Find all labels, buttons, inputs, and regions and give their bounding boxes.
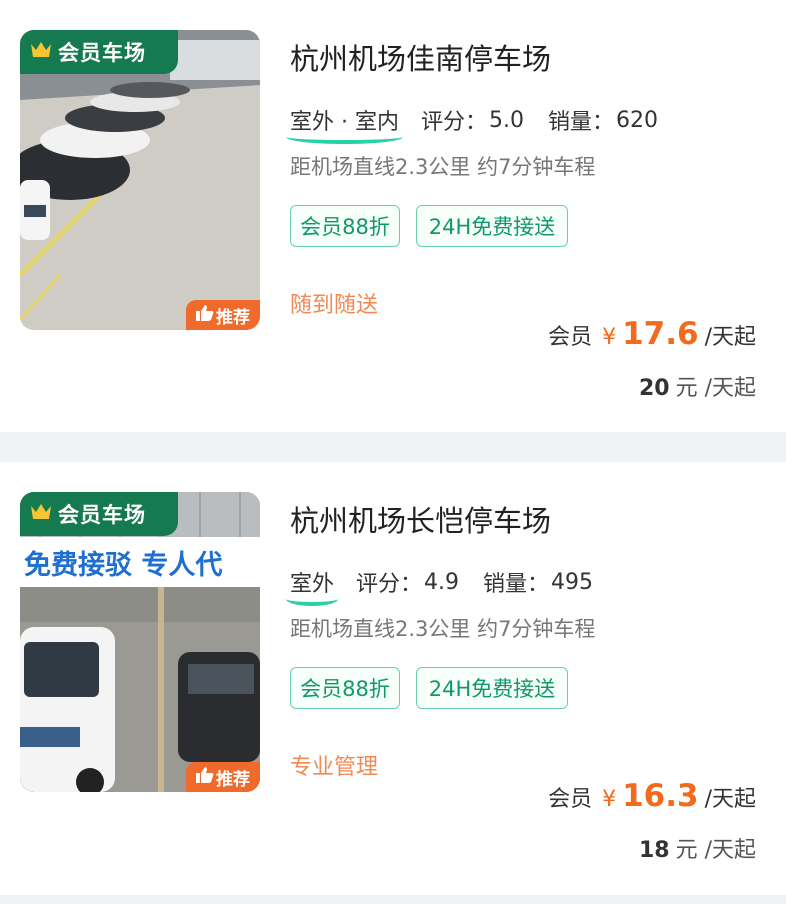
parking-card-2[interactable]: 免费接驳 专人代 会员车场 推荐 杭州机场长恺停车场 室外 评分： 4.9 销量… (0, 462, 786, 895)
normal-price: 20 元 /天起 (639, 370, 756, 402)
price-unit: /天起 (704, 325, 756, 350)
member-price-label: 会员 (548, 325, 593, 350)
normal-price-unit: 元 /天起 (675, 376, 756, 401)
sales-label: 销量： (548, 110, 615, 135)
normal-price-value: 20 (638, 376, 670, 401)
rating-value: 5.0 (489, 107, 524, 133)
normal-price-unit: 元 /天起 (675, 838, 756, 863)
environment-label: 室外 · 室内 (286, 104, 403, 144)
parking-lot-photo (20, 30, 260, 330)
shuttle-tag: 24H免费接送 (416, 667, 568, 709)
parking-title[interactable]: 杭州机场长恺停车场 (290, 498, 551, 540)
discount-tag: 会员88折 (290, 667, 400, 709)
feature-text: 专业管理 (290, 755, 379, 780)
member-price-value: 17.6 (622, 316, 699, 352)
shuttle-tag: 24H免费接送 (416, 205, 568, 247)
member-price: 会员 ¥ 16.3 /天起 (548, 778, 756, 814)
recommend-badge: 推荐 (186, 762, 260, 792)
member-price-label: 会员 (548, 787, 593, 812)
recommend-label: 推荐 (216, 769, 250, 790)
parking-card-1[interactable]: 会员车场 推荐 杭州机场佳南停车场 室外 · 室内 评分： 5.0 销量： 62… (0, 0, 786, 432)
member-lot-label: 会员车场 (58, 503, 146, 527)
parking-meta: 室外 · 室内 评分： 5.0 销量： 620 (286, 104, 682, 144)
currency-symbol: ¥ (602, 787, 617, 812)
rating-label: 评分： (356, 572, 423, 597)
normal-price-value: 18 (638, 838, 670, 863)
member-lot-label: 会员车场 (58, 41, 146, 65)
discount-tag: 会员88折 (290, 205, 400, 247)
member-lot-badge: 会员车场 (20, 492, 178, 536)
crown-icon (30, 40, 52, 65)
parking-meta: 室外 评分： 4.9 销量： 495 (285, 566, 617, 606)
currency-symbol: ¥ (602, 325, 617, 350)
sales-value: 495 (551, 569, 594, 595)
parking-photo[interactable]: 会员车场 推荐 (20, 30, 260, 330)
distance-text: 距机场直线2.3公里 约7分钟车程 (290, 617, 596, 641)
parking-photo[interactable]: 免费接驳 专人代 会员车场 推荐 (20, 492, 260, 792)
sales-value: 620 (616, 107, 659, 133)
member-lot-badge: 会员车场 (20, 30, 178, 74)
recommend-badge: 推荐 (186, 300, 260, 330)
price-unit: /天起 (704, 787, 756, 812)
normal-price: 18 元 /天起 (639, 832, 756, 864)
member-price: 会员 ¥ 17.6 /天起 (548, 316, 756, 352)
sales-label: 销量： (483, 572, 550, 597)
feature-text: 随到随送 (290, 293, 379, 318)
photo-banner-text: 免费接驳 专人代 (24, 549, 223, 581)
thumbs-up-icon (196, 766, 214, 788)
rating-label: 评分： (420, 110, 487, 135)
member-price-value: 16.3 (622, 778, 699, 814)
recommend-label: 推荐 (216, 307, 250, 328)
distance-text: 距机场直线2.3公里 约7分钟车程 (290, 155, 596, 179)
rating-value: 4.9 (424, 569, 460, 595)
thumbs-up-icon (196, 304, 214, 326)
parking-title[interactable]: 杭州机场佳南停车场 (290, 36, 551, 78)
environment-label: 室外 (285, 566, 339, 606)
crown-icon (30, 502, 52, 527)
